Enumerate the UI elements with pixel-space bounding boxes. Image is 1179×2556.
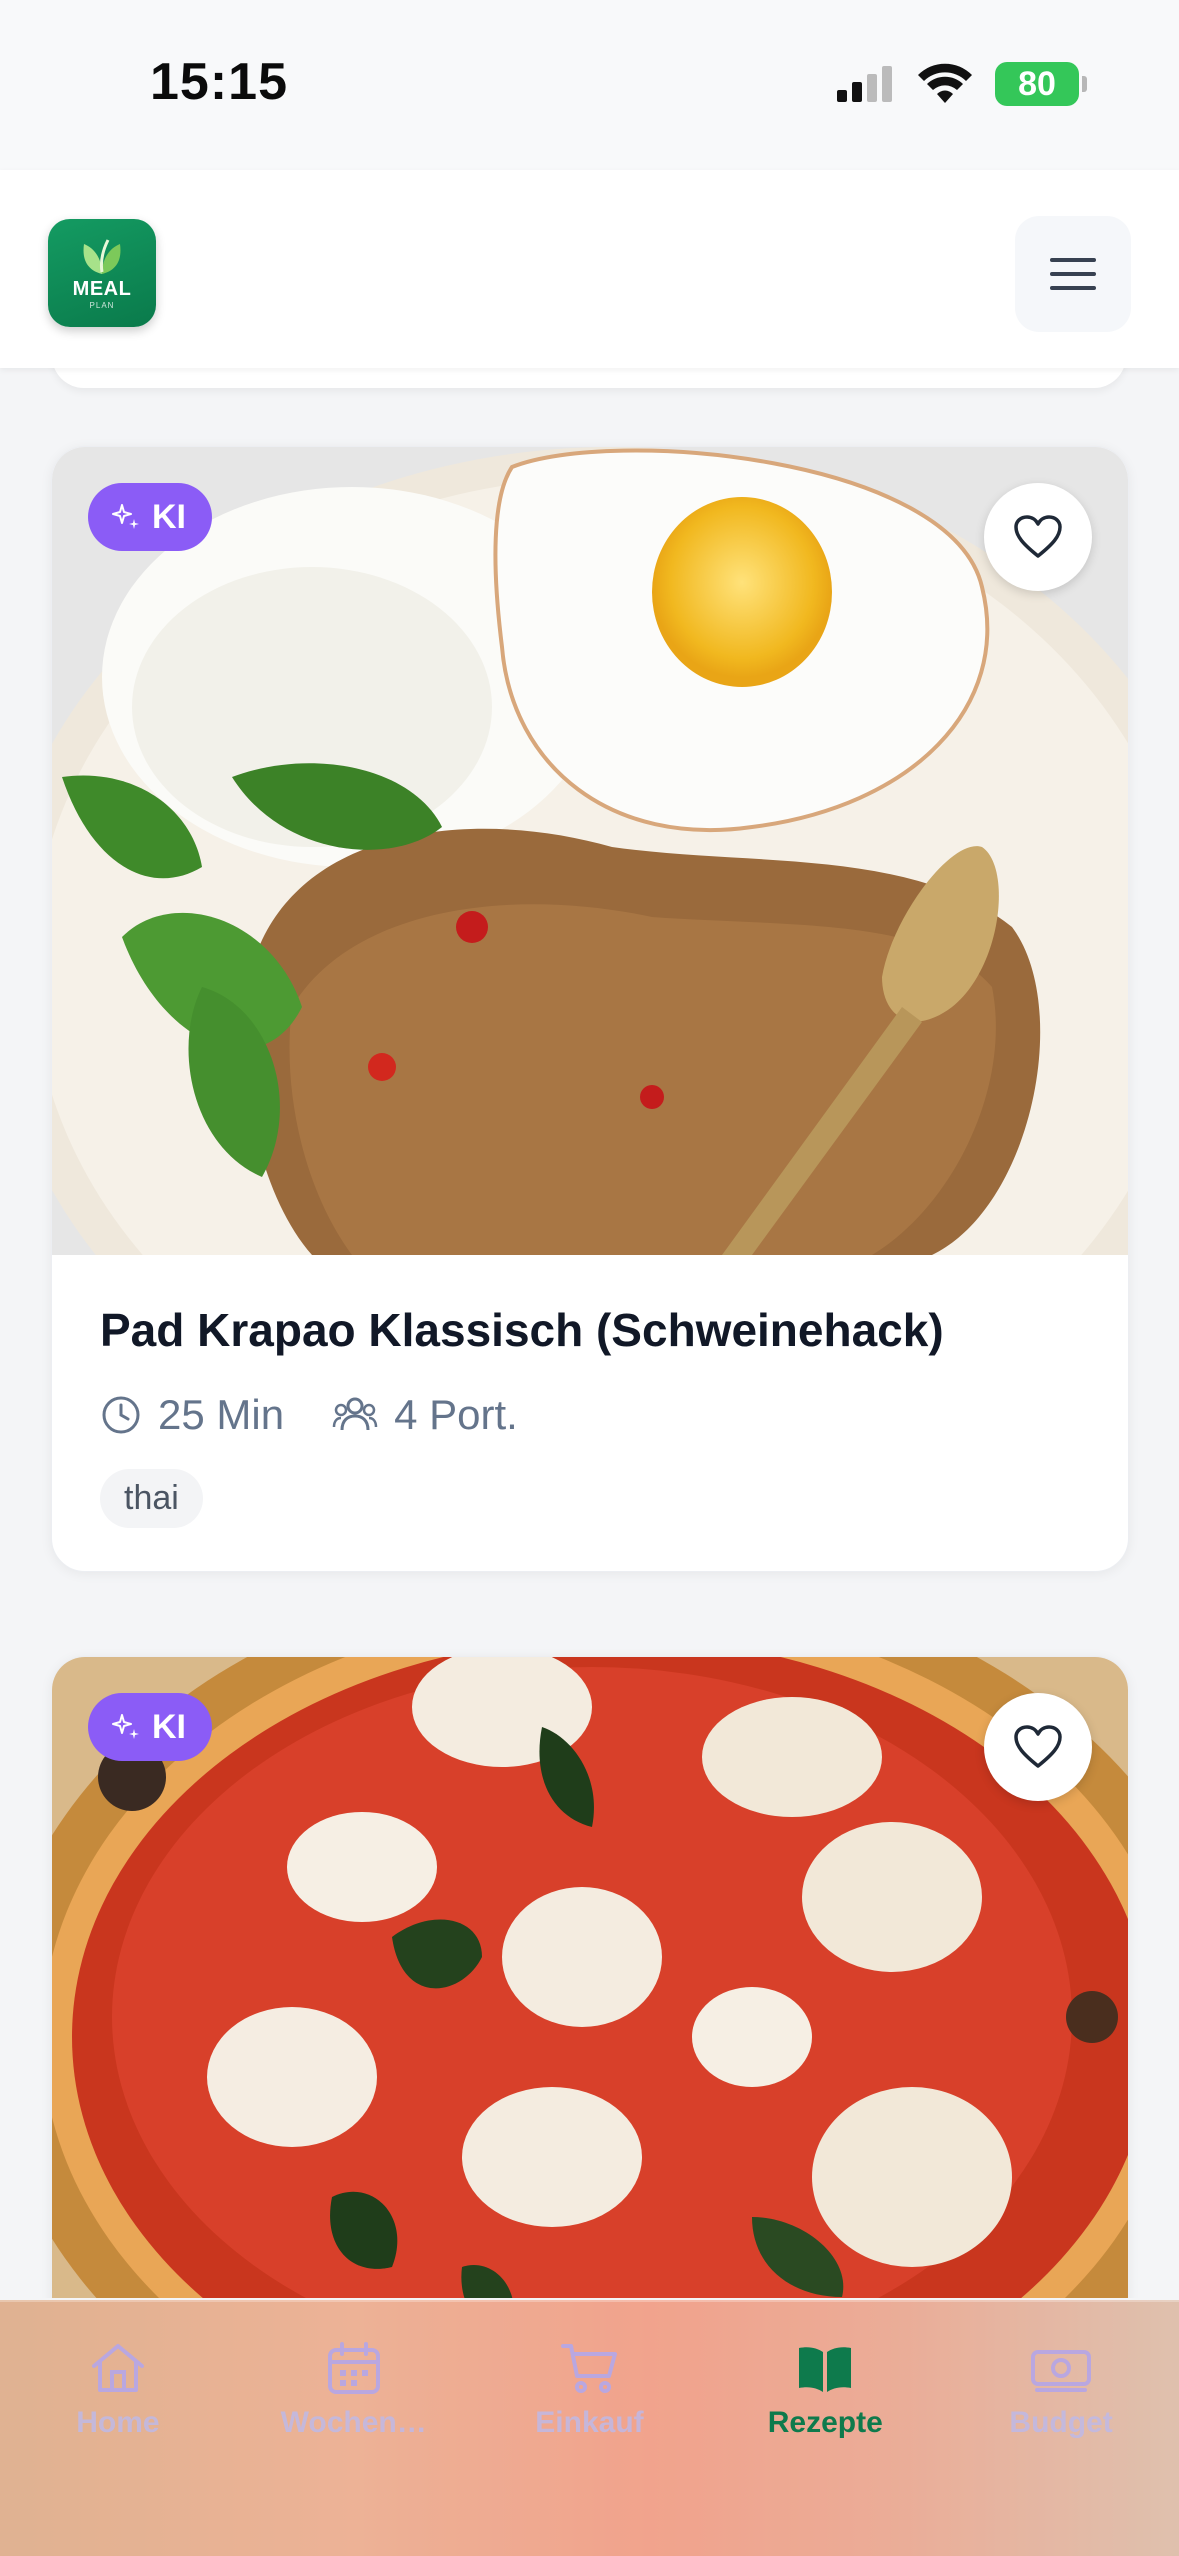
people-icon — [332, 1397, 378, 1431]
book-icon — [799, 2347, 852, 2392]
nav-week-label: Wochen… — [280, 2406, 427, 2439]
recipe-card[interactable]: KI — [51, 1656, 1129, 2298]
recipe-meta: 25 Min 4 Port. — [100, 1391, 1080, 1439]
recipe-info: Pad Krapao Klassisch (Schweinehack) 25 M… — [52, 1255, 1128, 1528]
status-icons: 80 — [835, 62, 1087, 106]
cook-time: 25 Min — [100, 1391, 284, 1439]
battery-level: 80 — [1018, 64, 1056, 103]
nav-shopping[interactable]: Einkauf — [489, 2340, 689, 2556]
calendar-icon — [327, 2342, 380, 2394]
recipe-title: Pad Krapao Klassisch (Schweinehack) — [100, 1304, 944, 1356]
portions: 4 Port. — [332, 1391, 518, 1439]
battery-indicator: 80 — [995, 62, 1087, 106]
cuisine-tag[interactable]: thai — [100, 1469, 203, 1528]
thai-dish-illustration — [52, 447, 1128, 1255]
status-time: 15:15 — [150, 53, 288, 111]
home-icon — [91, 2344, 144, 2392]
cellular-signal-icon — [837, 66, 892, 102]
cook-time-value: 25 Min — [158, 1391, 285, 1438]
recipe-image: KI — [52, 447, 1128, 1255]
logo-subtext: PLAN — [89, 301, 115, 310]
ai-badge: KI — [88, 483, 212, 551]
recipe-card[interactable]: KI Pad Krapao Klassisch (Schweinehack) 2… — [51, 446, 1129, 1572]
menu-button[interactable] — [1015, 216, 1131, 332]
nav-budget-label: Budget — [1009, 2406, 1113, 2439]
clock-icon — [102, 1396, 140, 1434]
recipe-list: KI Pad Krapao Klassisch (Schweinehack) 2… — [0, 368, 1179, 2298]
nav-recipes-label: Rezepte — [767, 2406, 883, 2439]
ai-badge-label: KI — [152, 1707, 186, 1746]
portions-value: 4 Port. — [394, 1391, 518, 1438]
app-header: MEAL PLAN — [0, 170, 1179, 368]
ai-badge-label: KI — [152, 497, 186, 536]
wifi-icon — [918, 63, 972, 103]
heart-icon — [1014, 1725, 1062, 1768]
sparkles-icon — [112, 1714, 139, 1739]
status-bar: 15:15 80 — [0, 0, 1179, 170]
previous-card-edge — [52, 368, 1126, 388]
leaf-logo-icon — [83, 239, 121, 274]
recipe-image: KI — [52, 1657, 1128, 2298]
nav-recipes[interactable]: Rezepte — [725, 2340, 925, 2556]
sparkles-icon — [112, 504, 139, 529]
favorite-button[interactable] — [984, 1693, 1092, 1801]
nav-home-label: Home — [76, 2406, 160, 2439]
cart-icon — [561, 2344, 618, 2393]
nav-shopping-label: Einkauf — [535, 2406, 644, 2439]
logo-text: MEAL — [72, 278, 132, 300]
favorite-button[interactable] — [984, 483, 1092, 591]
money-icon — [1031, 2350, 1092, 2392]
pizza-illustration — [52, 1657, 1128, 2298]
nav-budget[interactable]: Budget — [961, 2340, 1161, 2556]
home-indicator — [450, 2526, 730, 2536]
bottom-navigation: Home Wochen… Einkauf Rezepte Budget — [0, 2300, 1179, 2556]
ai-badge: KI — [88, 1693, 212, 1761]
app-logo[interactable]: MEAL PLAN — [48, 219, 156, 327]
nav-home[interactable]: Home — [18, 2340, 218, 2556]
heart-icon — [1014, 515, 1062, 558]
nav-week[interactable]: Wochen… — [254, 2340, 454, 2556]
hamburger-menu-icon — [1050, 258, 1096, 290]
